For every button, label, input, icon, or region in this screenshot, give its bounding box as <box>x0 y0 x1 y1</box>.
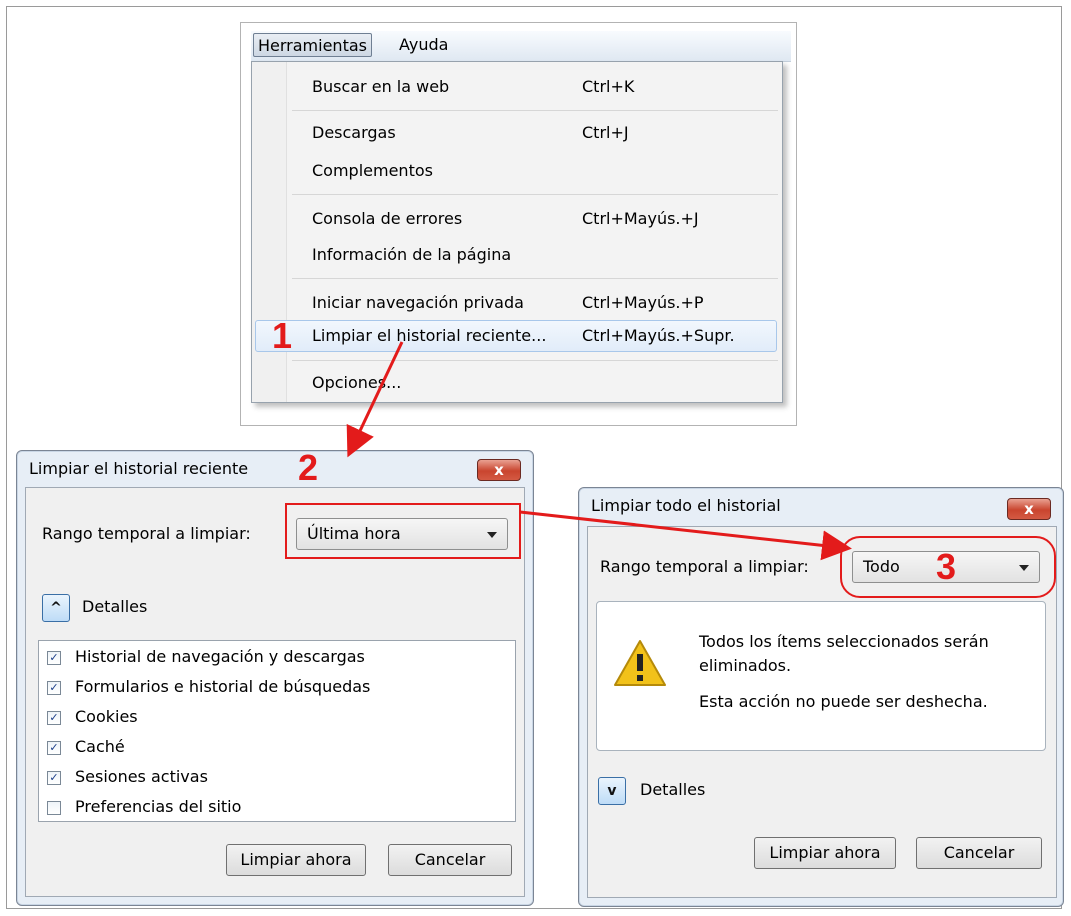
arrow-step2-to-3 <box>519 510 852 561</box>
arrow-step1-to-2 <box>346 341 404 458</box>
annotation-arrows <box>346 341 852 561</box>
